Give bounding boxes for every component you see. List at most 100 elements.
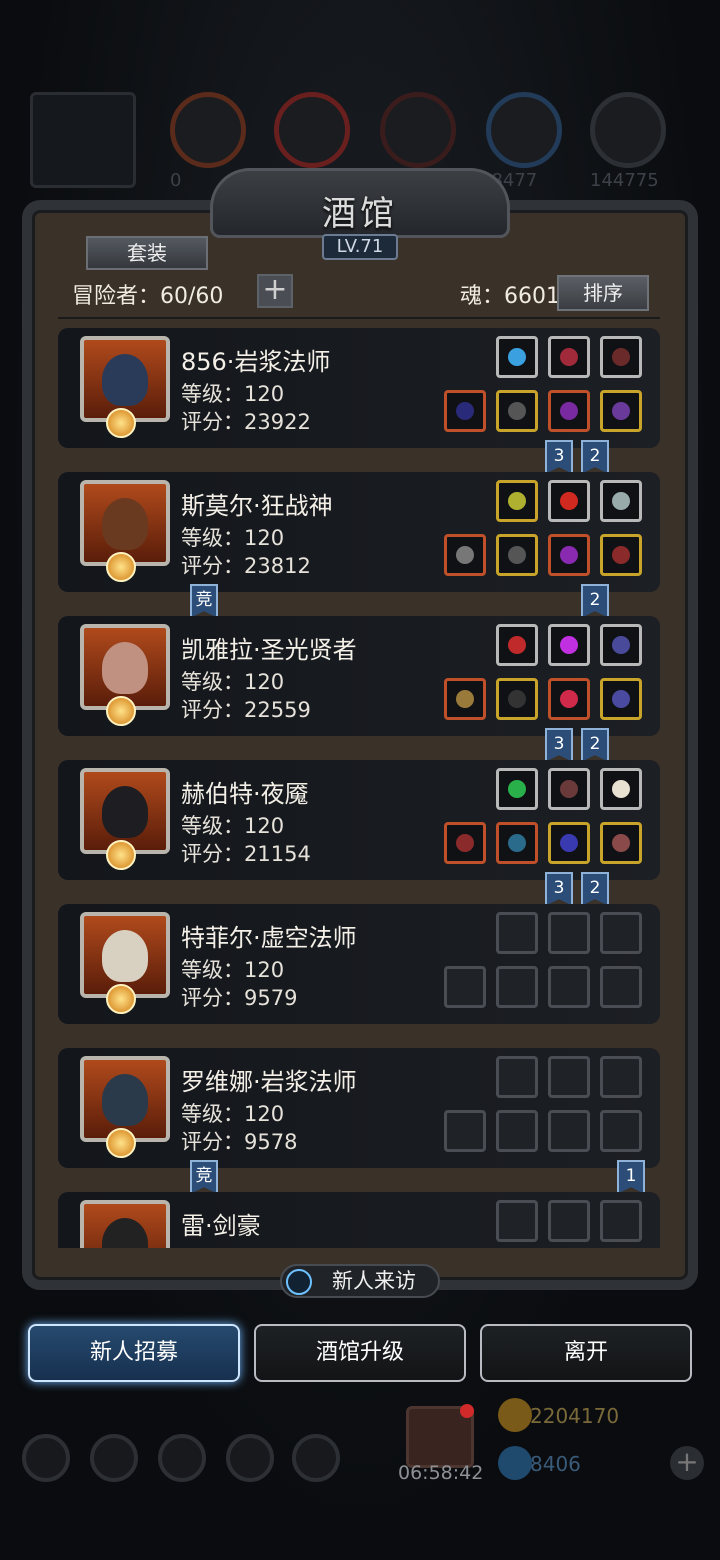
empty-equip-slot[interactable] bbox=[600, 1110, 642, 1152]
hero-level: 等级：120 bbox=[181, 814, 285, 838]
empty-equip-slot[interactable] bbox=[548, 1110, 590, 1152]
equip-slot[interactable] bbox=[600, 678, 642, 720]
equip-slot[interactable] bbox=[600, 480, 642, 522]
leave-button[interactable]: 离开 bbox=[480, 1324, 692, 1382]
equip-slot[interactable] bbox=[496, 822, 538, 864]
equip-slot[interactable] bbox=[548, 534, 590, 576]
set-button[interactable]: 套装 bbox=[86, 236, 208, 270]
achievement-icon[interactable] bbox=[90, 1434, 138, 1482]
arena-flag: 竞 bbox=[190, 1160, 218, 1194]
notification-dot bbox=[460, 1404, 474, 1418]
equip-slot[interactable] bbox=[548, 390, 590, 432]
empty-equip-slot[interactable] bbox=[548, 966, 590, 1008]
empty-equip-slot[interactable] bbox=[600, 912, 642, 954]
gold-amount: 2204170 bbox=[530, 1404, 620, 1428]
recruit-button[interactable]: 新人招募 bbox=[28, 1324, 240, 1382]
hero-card[interactable]: 斯莫尔·狂战神 等级：120 评分：23812 bbox=[58, 472, 660, 592]
rank-emblem-icon bbox=[106, 408, 136, 438]
settings-icon[interactable] bbox=[22, 1434, 70, 1482]
empty-equip-slot[interactable] bbox=[496, 1056, 538, 1098]
equip-slot[interactable] bbox=[600, 534, 642, 576]
hero-card[interactable]: 雷·剑豪 bbox=[58, 1192, 660, 1248]
adventurer-count: 冒险者：60/60 bbox=[72, 284, 224, 309]
equip-slot[interactable] bbox=[548, 480, 590, 522]
equip-slot[interactable] bbox=[548, 624, 590, 666]
equip-slot[interactable] bbox=[496, 624, 538, 666]
hero-card[interactable]: 赫伯特·夜魇 等级：120 评分：21154 bbox=[58, 760, 660, 880]
empty-equip-slot[interactable] bbox=[496, 1200, 538, 1242]
equip-slot[interactable] bbox=[444, 390, 486, 432]
empty-equip-slot[interactable] bbox=[548, 912, 590, 954]
hero-list[interactable]: 856·岩浆法师 等级：120 评分：23922 3 2 斯莫尔·狂战神 等级：… bbox=[58, 328, 660, 1248]
tavern-level-badge: LV.71 bbox=[322, 234, 398, 260]
soul-count: 魂：6601 bbox=[460, 284, 560, 309]
sort-button[interactable]: 排序 bbox=[557, 275, 649, 311]
equip-slot[interactable] bbox=[444, 678, 486, 720]
castle-icon[interactable] bbox=[158, 1434, 206, 1482]
hero-level: 等级：120 bbox=[181, 1102, 285, 1126]
new-visitor-label: 新人来访 bbox=[332, 1269, 416, 1293]
hero-score: 评分：21154 bbox=[181, 842, 311, 866]
add-slot-button[interactable]: + bbox=[257, 274, 293, 308]
empty-equip-slot[interactable] bbox=[444, 1110, 486, 1152]
hero-name: 856·岩浆法师 bbox=[181, 348, 331, 376]
equip-slot[interactable] bbox=[600, 336, 642, 378]
gold-icon bbox=[498, 1398, 532, 1432]
equip-slot[interactable] bbox=[496, 768, 538, 810]
tavern-upgrade-button[interactable]: 酒馆升级 bbox=[254, 1324, 466, 1382]
equip-slot[interactable] bbox=[600, 624, 642, 666]
empty-equip-slot[interactable] bbox=[444, 966, 486, 1008]
equip-slot[interactable] bbox=[496, 678, 538, 720]
iron-resource-icon bbox=[380, 92, 456, 168]
hero-card[interactable]: 罗维娜·岩浆法师 等级：120 评分：9578 bbox=[58, 1048, 660, 1168]
rank-emblem-icon bbox=[106, 840, 136, 870]
equip-slot[interactable] bbox=[444, 822, 486, 864]
empty-equip-slot[interactable] bbox=[496, 1110, 538, 1152]
empty-equip-slot[interactable] bbox=[496, 912, 538, 954]
empty-equip-slot[interactable] bbox=[548, 1056, 590, 1098]
empty-equip-slot[interactable] bbox=[600, 1056, 642, 1098]
crystal-resource-icon bbox=[486, 92, 562, 168]
hero-card[interactable]: 凯雅拉·圣光贤者 等级：120 评分：22559 bbox=[58, 616, 660, 736]
rank-emblem-icon bbox=[106, 984, 136, 1014]
star-flag: 2 bbox=[581, 728, 609, 762]
hero-level: 等级：120 bbox=[181, 382, 285, 406]
equip-slot[interactable] bbox=[548, 336, 590, 378]
equip-slot[interactable] bbox=[496, 390, 538, 432]
equip-slot[interactable] bbox=[600, 768, 642, 810]
hero-score: 评分：23812 bbox=[181, 554, 311, 578]
empty-equip-slot[interactable] bbox=[600, 966, 642, 1008]
empty-equip-slot[interactable] bbox=[600, 1200, 642, 1242]
equip-slot[interactable] bbox=[548, 822, 590, 864]
player-avatar[interactable] bbox=[30, 92, 136, 188]
hero-name: 赫伯特·夜魇 bbox=[181, 780, 309, 808]
hero-score: 评分：23922 bbox=[181, 410, 311, 434]
hero-name: 特菲尔·虚空法师 bbox=[181, 924, 357, 952]
equip-slot[interactable] bbox=[496, 480, 538, 522]
page-title: 酒馆 bbox=[322, 194, 398, 234]
equip-slot[interactable] bbox=[548, 678, 590, 720]
shop-icon[interactable] bbox=[292, 1434, 340, 1482]
add-currency-button[interactable]: + bbox=[670, 1446, 704, 1480]
new-visitor-button[interactable]: 新人来访 bbox=[280, 1264, 440, 1298]
gem-amount: 8406 bbox=[530, 1452, 581, 1476]
wood-resource-icon bbox=[274, 92, 350, 168]
equip-slot[interactable] bbox=[600, 390, 642, 432]
rank-emblem-icon bbox=[106, 696, 136, 726]
equip-slot[interactable] bbox=[496, 336, 538, 378]
star-flag: 3 bbox=[545, 440, 573, 474]
hero-card[interactable]: 特菲尔·虚空法师 等级：120 评分：9579 bbox=[58, 904, 660, 1024]
stone-resource-icon bbox=[590, 92, 666, 168]
empty-equip-slot[interactable] bbox=[548, 1200, 590, 1242]
star-flag: 2 bbox=[581, 440, 609, 474]
equip-slot[interactable] bbox=[444, 534, 486, 576]
hero-name: 雷·剑豪 bbox=[181, 1212, 261, 1240]
hero-name: 斯莫尔·狂战神 bbox=[181, 492, 333, 520]
mail-icon[interactable] bbox=[226, 1434, 274, 1482]
equip-slot[interactable] bbox=[600, 822, 642, 864]
equip-slot[interactable] bbox=[496, 534, 538, 576]
hero-card[interactable]: 856·岩浆法师 等级：120 评分：23922 bbox=[58, 328, 660, 448]
equip-slot[interactable] bbox=[548, 768, 590, 810]
clock-icon bbox=[286, 1269, 312, 1295]
empty-equip-slot[interactable] bbox=[496, 966, 538, 1008]
